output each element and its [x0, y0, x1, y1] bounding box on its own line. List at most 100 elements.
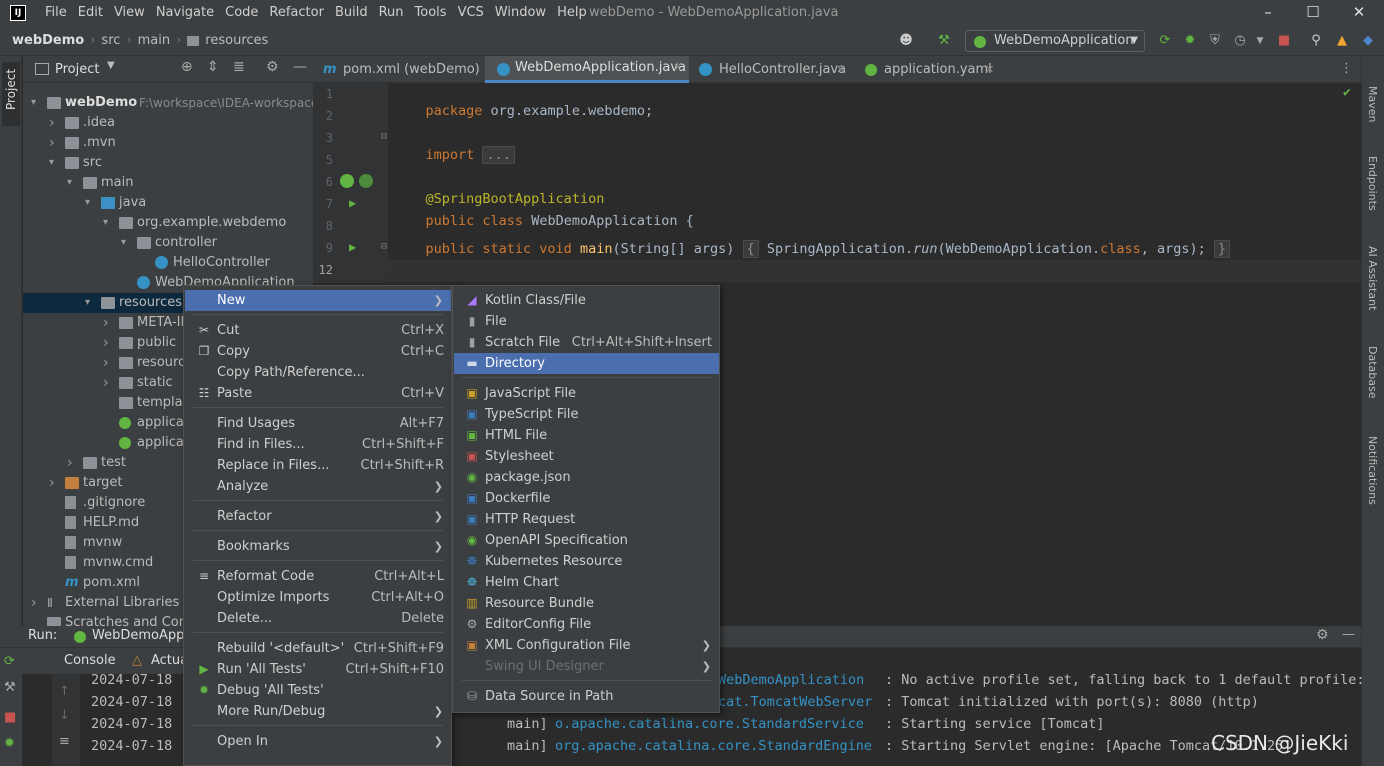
chevron-right-icon[interactable]: › [31, 593, 43, 613]
submenu-item-package-json[interactable]: ◉ package.json [454, 467, 719, 488]
expand-all-icon[interactable]: ⇕ [207, 59, 219, 75]
submenu-item-http-request[interactable]: ▣ HTTP Request [454, 509, 719, 530]
tree-item-java[interactable]: ▾ java [23, 193, 313, 213]
submenu-item-data-source-in-path[interactable]: ⛁ Data Source in Path [454, 686, 719, 707]
menu-item-find-usages[interactable]: Find Usages Alt+F7 [185, 413, 451, 434]
menu-item-delete[interactable]: Delete... Delete [185, 608, 451, 629]
submenu-item-html-file[interactable]: ▣ HTML File [454, 425, 719, 446]
submenu-item-kotlin-class-file[interactable]: ◢ Kotlin Class/File [454, 290, 719, 311]
tree-item-org-example-webdemo[interactable]: ▾ org.example.webdemo [23, 213, 313, 233]
coverage-shield-icon[interactable]: ⛨ [1207, 33, 1223, 49]
chevron-right-icon[interactable]: › [67, 453, 79, 473]
menu-item-paste[interactable]: ☷ Paste Ctrl+V [185, 383, 451, 404]
menu-item-find-in-files[interactable]: Find in Files... Ctrl+Shift+F [185, 434, 451, 455]
submenu-item-typescript-file[interactable]: ▣ TypeScript File [454, 404, 719, 425]
tree-item-src[interactable]: ▾ src [23, 153, 313, 173]
spring-bean-icon[interactable] [340, 174, 354, 188]
maven-tool-tab[interactable]: Maven [1366, 86, 1379, 122]
wrench-icon[interactable]: ⚒ [4, 680, 16, 695]
submenu-item-resource-bundle[interactable]: ▥ Resource Bundle [454, 593, 719, 614]
chevron-down-icon[interactable]: ▾ [31, 93, 43, 113]
close-icon[interactable]: ✕ [1349, 3, 1369, 23]
tab-webdemoapplication[interactable]: WebDemoApplication.java ✕ [485, 56, 689, 83]
menu-item-refactor[interactable]: Refactor ❯ [185, 506, 451, 527]
log-class[interactable]: WebDemoApplication [718, 672, 864, 688]
project-panel-title[interactable]: Project [55, 62, 99, 77]
menu-item-optimize-imports[interactable]: Optimize Imports Ctrl+Alt+O [185, 587, 451, 608]
menu-navigate[interactable]: Navigate [156, 5, 214, 20]
chevron-right-icon[interactable]: › [103, 313, 115, 333]
hide-panel-icon[interactable]: — [1342, 627, 1355, 642]
submenu-item-file[interactable]: ▮ File [454, 311, 719, 332]
chevron-down-icon[interactable]: ▾ [85, 193, 97, 213]
submenu-item-javascript-file[interactable]: ▣ JavaScript File [454, 383, 719, 404]
tab-hellocontroller[interactable]: HelloController.java ✕ [689, 56, 853, 83]
menu-window[interactable]: Window [495, 5, 546, 20]
collapse-all-icon[interactable]: ≣ [233, 59, 245, 75]
menu-item-bookmarks[interactable]: Bookmarks ❯ [185, 536, 451, 557]
menu-tools[interactable]: Tools [415, 5, 447, 20]
menu-vcs[interactable]: VCS [458, 5, 484, 20]
menu-item-analyze[interactable]: Analyze ❯ [185, 476, 451, 497]
chevron-right-icon[interactable]: › [49, 473, 61, 493]
chevron-right-icon[interactable]: › [103, 373, 115, 393]
chevron-down-icon[interactable]: ▼ [1252, 33, 1268, 49]
stop-icon[interactable]: ■ [4, 710, 16, 725]
chevron-right-icon[interactable]: › [103, 353, 115, 373]
menu-help[interactable]: Help [557, 5, 587, 20]
gear-icon[interactable]: ⚙ [266, 59, 279, 75]
breadcrumb-project[interactable]: webDemo [12, 33, 84, 48]
close-tab-icon[interactable]: ✕ [985, 56, 994, 83]
project-tool-tab[interactable]: Project [2, 62, 20, 126]
folded-imports[interactable]: ... [482, 146, 515, 164]
rerun-icon[interactable]: ⟳ [1157, 33, 1173, 49]
run-config-tab[interactable]: WebDemoAppli [92, 628, 192, 643]
menu-edit[interactable]: Edit [78, 5, 103, 20]
menu-item-cut[interactable]: ✂ Cut Ctrl+X [185, 320, 451, 341]
menu-item-debug-all-tests[interactable]: ✹ Debug 'All Tests' [185, 680, 451, 701]
ai-assistant-tool-tab[interactable]: AI Assistant [1366, 246, 1379, 310]
debug-bug-icon[interactable]: ✹ [4, 736, 15, 751]
menu-code[interactable]: Code [225, 5, 258, 20]
submenu-item-stylesheet[interactable]: ▣ Stylesheet [454, 446, 719, 467]
run-gutter-icon[interactable]: ▶ [349, 240, 356, 254]
menu-item-open-in[interactable]: Open In ❯ [185, 731, 451, 752]
chevron-down-icon[interactable]: ▾ [103, 213, 115, 233]
breadcrumb-src[interactable]: src [101, 33, 120, 48]
tab-pom-xml[interactable]: m pom.xml (webDemo) [313, 56, 485, 83]
submenu-item-directory[interactable]: ▬ Directory [454, 353, 719, 374]
search-icon[interactable]: ⚲ [1308, 33, 1324, 49]
jetbrains-ai-icon[interactable]: ◆ [1360, 33, 1376, 49]
chevron-down-icon[interactable]: ▾ [49, 153, 61, 173]
chevron-down-icon[interactable]: ▾ [85, 293, 97, 313]
chevron-down-icon[interactable]: ▾ [121, 233, 133, 253]
breadcrumb-main[interactable]: main [138, 33, 170, 48]
menu-item-new[interactable]: New ❯ [185, 290, 451, 311]
rerun-icon[interactable]: ⟳ [4, 654, 15, 669]
close-tab-icon[interactable]: ✕ [673, 54, 682, 81]
tree-item-mvn[interactable]: › .mvn [23, 133, 313, 153]
menu-file[interactable]: File [45, 5, 67, 20]
menu-item-rebuild-default[interactable]: Rebuild '<default>' Ctrl+Shift+F9 [185, 638, 451, 659]
submenu-item-scratch-file[interactable]: ▮ Scratch File Ctrl+Alt+Shift+Insert [454, 332, 719, 353]
update-icon[interactable]: ▲ [1334, 33, 1350, 49]
locate-target-icon[interactable]: ⊕ [181, 59, 193, 75]
scroll-down-icon[interactable]: ↓ [59, 708, 70, 723]
submenu-item-openapi-specification[interactable]: ◉ OpenAPI Specification [454, 530, 719, 551]
submenu-item-helm-chart[interactable]: ☸ Helm Chart [454, 572, 719, 593]
log-class[interactable]: o.apache.catalina.core.StandardService [555, 716, 864, 732]
menu-item-reformat-code[interactable]: ≡ Reformat Code Ctrl+Alt+L [185, 566, 451, 587]
soft-wrap-icon[interactable]: ≡ [59, 734, 70, 749]
submenu-item-dockerfile[interactable]: ▣ Dockerfile [454, 488, 719, 509]
chevron-right-icon[interactable]: › [49, 113, 61, 133]
hide-panel-icon[interactable]: — [293, 59, 307, 75]
endpoints-tool-tab[interactable]: Endpoints [1366, 156, 1379, 211]
spring-leaf-icon[interactable] [359, 174, 373, 188]
tree-item-webdemo[interactable]: ▾ webDemo F:\workspace\IDEA-workspace [23, 93, 318, 113]
menu-item-copy-path-reference[interactable]: Copy Path/Reference... [185, 362, 451, 383]
log-class[interactable]: org.apache.catalina.core.StandardEngine [555, 738, 872, 754]
chevron-down-icon[interactable]: ▼ [107, 60, 115, 71]
submenu-item-xml-configuration-file[interactable]: ▣ XML Configuration File ❯ [454, 635, 719, 656]
menu-refactor[interactable]: Refactor [269, 5, 324, 20]
stop-icon[interactable]: ■ [1276, 33, 1292, 49]
